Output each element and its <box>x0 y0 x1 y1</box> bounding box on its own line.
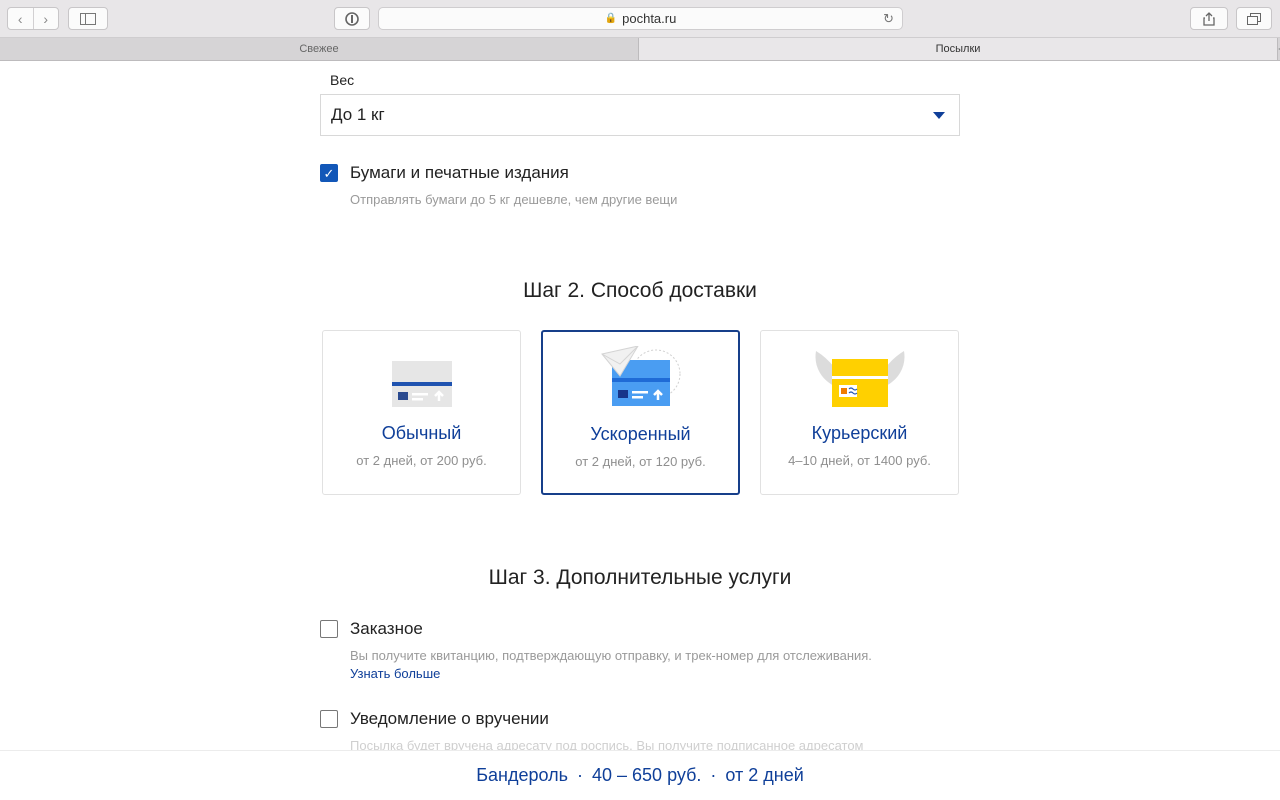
papers-title: Бумаги и печатные издания <box>350 163 569 182</box>
option-title: Ускоренный <box>590 424 691 444</box>
step3-title: Шаг 3. Дополнительные услуги <box>488 566 792 589</box>
registered-checkbox[interactable] <box>320 620 338 638</box>
learn-more-link[interactable]: Узнать больше <box>350 666 440 681</box>
tabs-overview-button[interactable] <box>1236 7 1272 30</box>
option-title: Обычный <box>381 423 462 443</box>
delivery-option-express[interactable]: Ускоренный от 2 дней, от 120 руб. <box>541 330 740 495</box>
address-bar[interactable]: 🔒 pochta.ru ↻ <box>378 7 903 30</box>
delivery-option-courier[interactable]: Курьерский 4–10 дней, от 1400 руб. <box>760 330 959 495</box>
sidebar-icon <box>80 12 96 25</box>
back-button[interactable]: ‹ <box>8 8 33 29</box>
tab-svezhee[interactable]: Свежее <box>0 38 639 60</box>
option-subtitle: от 2 дней, от 120 руб. <box>575 454 706 469</box>
sidebar-toggle-button[interactable] <box>68 7 108 30</box>
delivery-notice-title: Уведомление о вручении <box>350 709 549 728</box>
step2-title: Шаг 2. Способ доставки <box>523 279 757 302</box>
delivery-options: Обычный от 2 дней, от 200 руб. Ускоренны… <box>322 330 959 495</box>
checkmark-icon: ✓ <box>323 165 335 181</box>
share-icon <box>1203 11 1215 26</box>
browser-toolbar: ‹ › 🔒 pochta.ru ↻ <box>0 0 1280 38</box>
delivery-notice-option: Уведомление о вручении Посылка будет вру… <box>320 709 864 750</box>
option-subtitle: от 2 дней, от 200 руб. <box>356 453 487 468</box>
summary-type: Бандероль <box>476 765 568 785</box>
registered-title: Заказное <box>350 619 423 638</box>
summary-term: от 2 дней <box>725 765 804 785</box>
weight-label: Вес <box>330 72 355 88</box>
summary-separator: · <box>577 765 583 785</box>
tab-label: Свежее <box>299 43 339 55</box>
express-parcel-icon <box>600 346 680 406</box>
address-text: pochta.ru <box>622 11 677 26</box>
summary-bar: Бандероль · 40 – 650 руб. · от 2 дней <box>0 750 1280 800</box>
summary-separator: · <box>710 765 717 785</box>
option-title: Курьерский <box>811 423 908 443</box>
reload-icon[interactable]: ↻ <box>883 11 894 27</box>
tab-bar: Свежее Посылки + <box>0 38 1280 61</box>
courier-parcel-icon <box>815 351 904 407</box>
registered-option: Заказное Вы получите квитанцию, подтверж… <box>320 619 872 683</box>
papers-option: ✓ Бумаги и печатные издания Отправлять б… <box>320 163 677 207</box>
forward-button[interactable]: › <box>32 8 59 29</box>
shield-icon <box>345 11 359 26</box>
nav-buttons: ‹ › <box>7 7 59 30</box>
tab-label: Посылки <box>935 43 981 55</box>
delivery-notice-desc: Посылка будет вручена адресату под роспи… <box>350 738 864 750</box>
weight-select[interactable]: До 1 кг <box>320 94 960 136</box>
regular-parcel-icon <box>391 361 452 407</box>
registered-desc: Вы получите квитанцию, подтверждающую от… <box>350 648 872 663</box>
papers-checkbox[interactable]: ✓ <box>320 164 338 182</box>
tab-posylki[interactable]: Посылки <box>639 38 1278 60</box>
dropdown-caret-icon <box>933 112 945 119</box>
share-button[interactable] <box>1190 7 1228 30</box>
delivery-option-regular[interactable]: Обычный от 2 дней, от 200 руб. <box>322 330 521 495</box>
page-content: Вес До 1 кг ✓ Бумаги и печатные издания … <box>0 62 1280 750</box>
option-subtitle: 4–10 дней, от 1400 руб. <box>788 453 931 468</box>
summary-price: 40 – 650 руб. <box>592 765 702 785</box>
delivery-notice-checkbox[interactable] <box>320 710 338 728</box>
lock-icon: 🔒 <box>604 13 618 24</box>
weight-value: До 1 кг <box>331 105 385 124</box>
papers-desc: Отправлять бумаги до 5 кг дешевле, чем д… <box>350 192 678 207</box>
tabs-icon <box>1247 12 1261 25</box>
privacy-button[interactable] <box>334 7 370 30</box>
